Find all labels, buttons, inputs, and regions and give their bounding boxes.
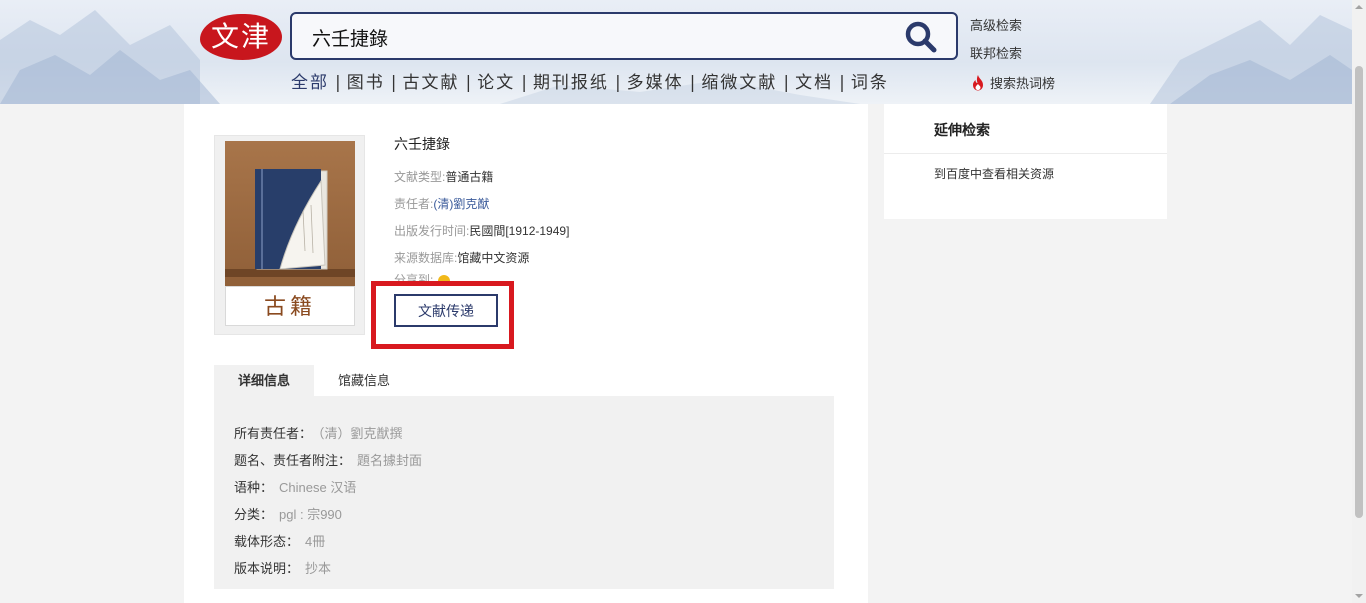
detail-label: 载体形态：	[234, 534, 300, 549]
fire-icon	[973, 75, 983, 91]
book-cover: 古籍	[214, 135, 365, 335]
book-illustration	[225, 169, 355, 277]
detail-value: （清）劉克猷撰	[318, 426, 403, 441]
detail-row: 所有责任者： （清）劉克猷撰	[234, 420, 814, 447]
extended-search-panel: 延伸检索 到百度中查看相关资源	[884, 104, 1167, 219]
hot-search-label: 搜索热词榜	[990, 76, 1056, 91]
separator: |	[521, 73, 527, 93]
share-label: 分享到:	[394, 273, 434, 287]
tab-holdings[interactable]: 馆藏信息	[314, 365, 414, 396]
separator: |	[783, 73, 790, 93]
record-panel: 古籍 六壬捷錄 文献类型:普通古籍 责任者:(清)劉克猷 出版发行时间:民國間[…	[184, 104, 868, 603]
tab-details[interactable]: 详细信息	[214, 365, 314, 396]
detail-value: 抄本	[305, 561, 332, 576]
detail-row: 载体形态： 4冊	[234, 528, 814, 555]
header: 文津 高级检索 联邦检索 全部|图书|古文献|论文|期刊报纸|多媒体|缩微文献|…	[0, 0, 1352, 104]
detail-row: 语种： Chinese 汉语	[234, 474, 814, 501]
cover-shelf	[225, 141, 355, 288]
separator: |	[839, 73, 845, 93]
detail-label: 题名、责任者附注：	[234, 453, 352, 468]
category-microfilm[interactable]: 缩微文献	[701, 73, 777, 93]
detail-row: 分类： pgl : 宗990	[234, 501, 814, 528]
separator: |	[465, 73, 472, 93]
advanced-search-link[interactable]: 高级检索	[970, 12, 1022, 40]
share-row: 分享到:	[394, 271, 451, 288]
category-books[interactable]: 图书	[347, 73, 385, 93]
field-label: 来源数据库:	[394, 251, 458, 265]
details-panel: 所有责任者： （清）劉克猷撰 题名、责任者附注： 題名據封面 语种： Chinese …	[214, 396, 834, 589]
detail-row: 题名、责任者附注： 題名據封面	[234, 447, 814, 474]
field-row: 责任者:(清)劉克猷	[394, 191, 569, 218]
separator: |	[614, 73, 621, 93]
share-icon[interactable]	[437, 274, 451, 287]
detail-value: Chinese 汉语	[279, 480, 357, 495]
field-row: 出版发行时间:民國間[1912-1949]	[394, 218, 569, 245]
info-tabs: 详细信息 馆藏信息	[214, 365, 414, 396]
separator: |	[689, 73, 696, 93]
document-delivery-button[interactable]: 文献传递	[394, 294, 498, 327]
search-input[interactable]	[312, 24, 892, 50]
detail-label: 分类：	[234, 507, 274, 522]
scroll-down-arrow-icon[interactable]	[1352, 589, 1366, 603]
baidu-resources-link[interactable]: 到百度中查看相关资源	[884, 154, 1167, 194]
category-documents[interactable]: 文档	[795, 73, 833, 93]
category-multimedia[interactable]: 多媒体	[627, 73, 684, 93]
field-value: 普通古籍	[445, 170, 494, 184]
detail-label: 所有责任者：	[234, 426, 313, 441]
field-value: 馆藏中文资源	[457, 251, 530, 265]
category-ancient[interactable]: 古文献	[402, 73, 459, 93]
detail-label: 语种：	[234, 480, 274, 495]
logo[interactable]: 文津	[200, 14, 282, 60]
category-periodicals[interactable]: 期刊报纸	[533, 73, 609, 93]
separator: |	[390, 73, 397, 93]
detail-value: 4冊	[305, 534, 326, 549]
extended-search-title: 延伸检索	[884, 104, 1167, 154]
field-row: 来源数据库:馆藏中文资源	[394, 245, 569, 272]
author-link[interactable]: (清)劉克猷	[433, 197, 489, 211]
detail-value: pgl : 宗990	[279, 507, 342, 522]
search-box	[290, 12, 958, 60]
separator: |	[335, 73, 341, 93]
field-label: 文献类型:	[394, 170, 446, 184]
record-info: 六壬捷錄 文献类型:普通古籍 责任者:(清)劉克猷 出版发行时间:民國間[191…	[394, 134, 569, 272]
field-label: 出版发行时间:	[394, 224, 470, 238]
search-links: 高级检索 联邦检索	[970, 12, 1022, 68]
scroll-up-arrow-icon[interactable]	[1352, 0, 1366, 14]
scrollbar-thumb[interactable]	[1355, 66, 1363, 518]
union-search-link[interactable]: 联邦检索	[970, 40, 1022, 68]
detail-row: 版本说明： 抄本	[234, 555, 814, 582]
hot-search-link[interactable]: 搜索热词榜	[970, 73, 1055, 92]
record-title: 六壬捷錄	[394, 136, 450, 152]
category-papers[interactable]: 论文	[477, 73, 515, 93]
field-value: 民國間[1912-1949]	[469, 224, 570, 238]
category-all[interactable]: 全部	[291, 73, 329, 93]
search-icon[interactable]	[904, 20, 938, 54]
detail-value: 題名據封面	[357, 453, 423, 468]
category-nav: 全部 | 图书 | 古文献 | 论文 | 期刊报纸 | 多媒体 | 缩微文献 | 文档 | 词条	[291, 68, 889, 93]
field-label: 责任者:	[394, 197, 434, 211]
category-entries[interactable]: 词条	[851, 73, 889, 93]
cover-text: 古籍	[263, 295, 316, 320]
detail-label: 版本说明：	[234, 561, 300, 576]
field-row: 文献类型:普通古籍	[394, 164, 569, 191]
vertical-scrollbar[interactable]	[1352, 0, 1366, 603]
